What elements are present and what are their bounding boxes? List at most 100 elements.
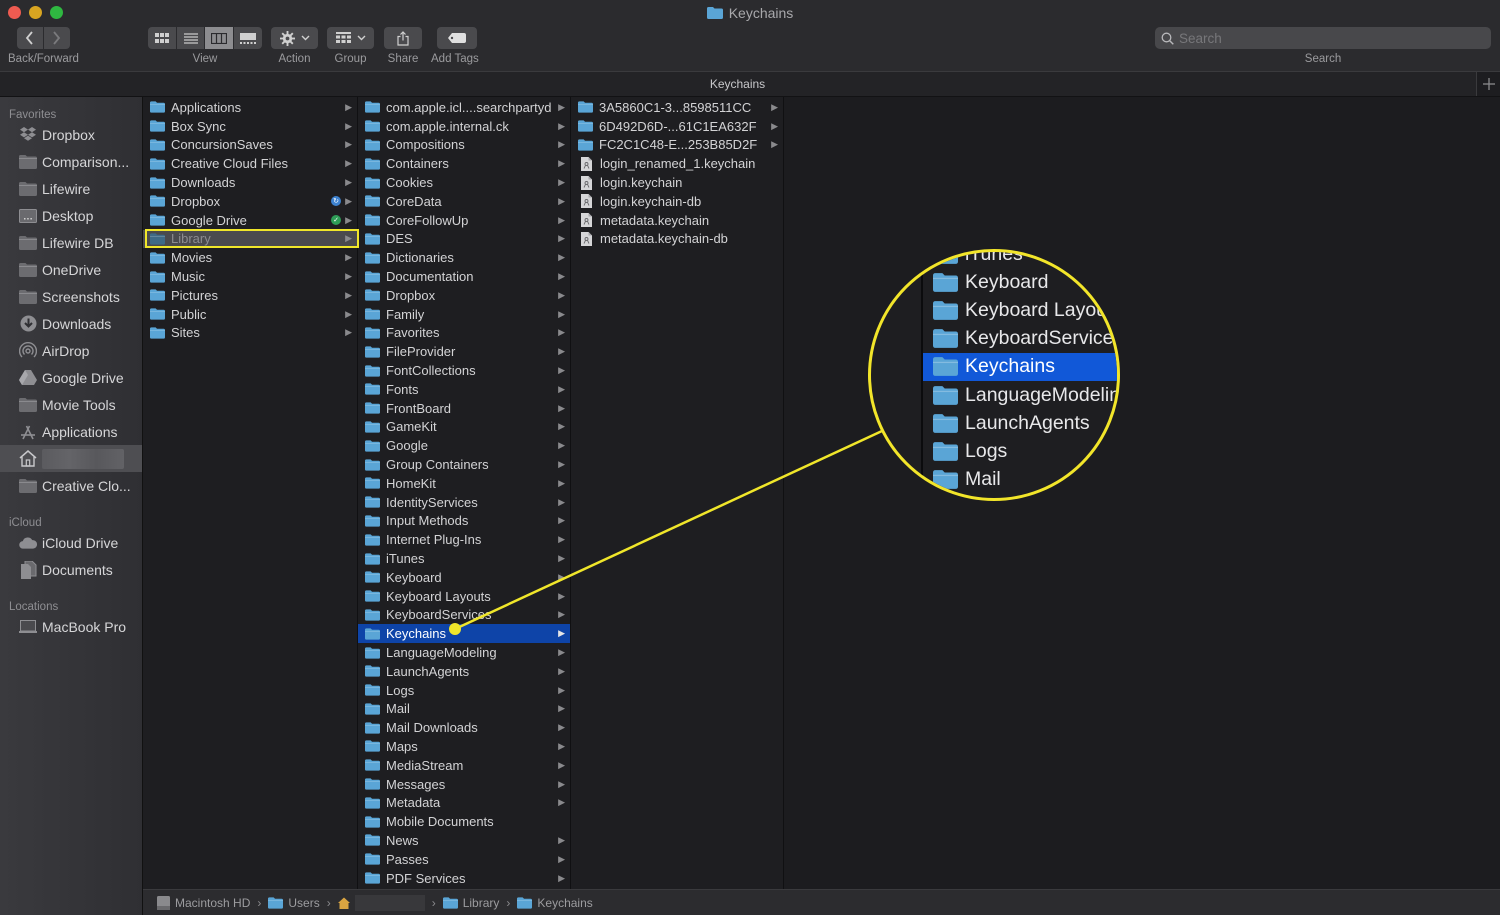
folder-row-pdf-services[interactable]: PDF Services ▶ [358, 869, 570, 888]
folder-row-internet-plug-ins[interactable]: Internet Plug-Ins ▶ [358, 530, 570, 549]
folder-row-homekit[interactable]: HomeKit ▶ [358, 474, 570, 493]
action-button[interactable] [271, 27, 318, 49]
gallery-view-button[interactable] [234, 27, 262, 49]
folder-row-corefollowup[interactable]: CoreFollowUp ▶ [358, 211, 570, 230]
sidebar-item-applications[interactable]: Applications [0, 418, 142, 445]
folder-row-identityservices[interactable]: IdentityServices ▶ [358, 493, 570, 512]
file-row-metadata-keychain[interactable]: metadata.keychain [571, 211, 783, 230]
folder-row-6d492d6d-61c1ea632f[interactable]: 6D492D6D-...61C1EA632F ▶ [571, 117, 783, 136]
sidebar-item-icloud-drive[interactable]: iCloud Drive [0, 529, 142, 556]
folder-row-keychains[interactable]: Keychains ▶ [358, 624, 570, 644]
folder-row-music[interactable]: Music ▶ [143, 267, 357, 286]
folder-row-itunes[interactable]: iTunes ▶ [358, 549, 570, 568]
folder-row-containers[interactable]: Containers ▶ [358, 154, 570, 173]
folder-row-input-methods[interactable]: Input Methods ▶ [358, 512, 570, 531]
sidebar-item-documents[interactable]: Documents [0, 556, 142, 583]
sidebar-item-home[interactable] [0, 445, 142, 472]
sidebar-item-onedrive[interactable]: OneDrive [0, 256, 142, 283]
file-row-metadata-keychain-db[interactable]: metadata.keychain-db [571, 230, 783, 249]
list-view-button[interactable] [177, 27, 204, 49]
path-segment-keychains[interactable]: Keychains [517, 896, 593, 910]
sidebar-item-airdrop[interactable]: AirDrop [0, 337, 142, 364]
folder-row-passes[interactable]: Passes ▶ [358, 850, 570, 869]
folder-row-public[interactable]: Public ▶ [143, 305, 357, 324]
folder-row-favorites[interactable]: Favorites ▶ [358, 324, 570, 343]
folder-row-family[interactable]: Family ▶ [358, 305, 570, 324]
column-view-button[interactable] [205, 27, 233, 49]
back-button[interactable] [16, 27, 43, 49]
folder-row-fontcollections[interactable]: FontCollections ▶ [358, 361, 570, 380]
folder-row-coredata[interactable]: CoreData ▶ [358, 192, 570, 211]
sidebar-item-screenshots[interactable]: Screenshots [0, 283, 142, 310]
tab-keychains[interactable]: Keychains [0, 77, 1475, 91]
folder-row-compositions[interactable]: Compositions ▶ [358, 136, 570, 155]
sidebar-item-movie-tools[interactable]: Movie Tools [0, 391, 142, 418]
folder-row-fc2c1c48-e-253b85d2f[interactable]: FC2C1C48-E...253B85D2F ▶ [571, 136, 783, 155]
folder-row-logs[interactable]: Logs ▶ [358, 681, 570, 700]
folder-row-fonts[interactable]: Fonts ▶ [358, 380, 570, 399]
file-row-login-keychain-db[interactable]: login.keychain-db [571, 192, 783, 211]
icon-view-button[interactable] [148, 27, 176, 49]
folder-row-gamekit[interactable]: GameKit ▶ [358, 418, 570, 437]
sidebar-item-creative-clo[interactable]: Creative Clo... [0, 472, 142, 499]
add-tags-button[interactable] [436, 27, 477, 49]
item-name: Google [386, 438, 428, 454]
folder-row-group-containers[interactable]: Group Containers ▶ [358, 455, 570, 474]
folder-row-concursionsaves[interactable]: ConcursionSaves ▶ [143, 136, 357, 155]
folder-row-fileprovider[interactable]: FileProvider ▶ [358, 342, 570, 361]
path-segment-library[interactable]: Library [442, 896, 499, 910]
folder-row-3a5860c1-3-8598511cc[interactable]: 3A5860C1-3...8598511CC ▶ [571, 98, 783, 117]
folder-row-com-apple-internal-ck[interactable]: com.apple.internal.ck ▶ [358, 117, 570, 136]
folder-row-sites[interactable]: Sites ▶ [143, 324, 357, 343]
folder-row-dropbox[interactable]: Dropbox ↻ ▶ [143, 192, 357, 211]
folder-row-keyboardservices[interactable]: KeyboardServices ▶ [358, 606, 570, 625]
folder-row-keyboard[interactable]: Keyboard ▶ [358, 568, 570, 587]
folder-row-mail[interactable]: Mail ▶ [358, 700, 570, 719]
search-input[interactable] [1179, 30, 1479, 46]
sidebar-item-google-drive[interactable]: Google Drive [0, 364, 142, 391]
folder-row-applications[interactable]: Applications ▶ [143, 98, 357, 117]
file-row-login-renamed-1-keychain[interactable]: login_renamed_1.keychain [571, 154, 783, 173]
sidebar-item-comparison[interactable]: Comparison... [0, 148, 142, 175]
folder-row-downloads[interactable]: Downloads ▶ [143, 173, 357, 192]
group-button[interactable] [327, 27, 374, 49]
forward-button[interactable] [43, 27, 70, 49]
sidebar-item-lifewire[interactable]: Lifewire [0, 175, 142, 202]
path-segment-home[interactable] [337, 894, 425, 911]
folder-row-des[interactable]: DES ▶ [358, 230, 570, 249]
folder-row-dropbox[interactable]: Dropbox ▶ [358, 286, 570, 305]
search-field[interactable] [1155, 27, 1491, 49]
folder-row-frontboard[interactable]: FrontBoard ▶ [358, 399, 570, 418]
folder-row-launchagents[interactable]: LaunchAgents ▶ [358, 662, 570, 681]
folder-row-maps[interactable]: Maps ▶ [358, 737, 570, 756]
folder-row-metadata[interactable]: Metadata ▶ [358, 793, 570, 812]
folder-row-keyboard-layouts[interactable]: Keyboard Layouts ▶ [358, 587, 570, 606]
folder-row-movies[interactable]: Movies ▶ [143, 248, 357, 267]
folder-row-com-apple-icl-searchpartyd[interactable]: com.apple.icl....searchpartyd ▶ [358, 98, 570, 117]
folder-row-mobile-documents[interactable]: Mobile Documents [358, 812, 570, 831]
sidebar-item-downloads[interactable]: Downloads [0, 310, 142, 337]
path-segment-users[interactable]: Users [268, 896, 320, 910]
folder-row-library[interactable]: Library ▶ [143, 229, 357, 249]
folder-row-mail-downloads[interactable]: Mail Downloads ▶ [358, 718, 570, 737]
sidebar-item-lifewire-db[interactable]: Lifewire DB [0, 229, 142, 256]
folder-row-google[interactable]: Google ▶ [358, 436, 570, 455]
folder-row-creative-cloud-files[interactable]: Creative Cloud Files ▶ [143, 154, 357, 173]
sidebar-item-macbook-pro[interactable]: MacBook Pro [0, 613, 142, 640]
folder-row-mediastream[interactable]: MediaStream ▶ [358, 756, 570, 775]
folder-row-languagemodeling[interactable]: LanguageModeling ▶ [358, 643, 570, 662]
folder-row-box-sync[interactable]: Box Sync ▶ [143, 117, 357, 136]
folder-row-cookies[interactable]: Cookies ▶ [358, 173, 570, 192]
folder-row-news[interactable]: News ▶ [358, 831, 570, 850]
folder-row-pictures[interactable]: Pictures ▶ [143, 286, 357, 305]
share-button[interactable] [384, 27, 422, 49]
new-tab-button[interactable] [1476, 72, 1500, 96]
path-segment-macintosh-hd[interactable]: Macintosh HD [157, 895, 250, 910]
folder-row-messages[interactable]: Messages ▶ [358, 775, 570, 794]
sidebar-item-desktop[interactable]: Desktop [0, 202, 142, 229]
folder-row-documentation[interactable]: Documentation ▶ [358, 267, 570, 286]
sidebar-item-dropbox[interactable]: Dropbox [0, 121, 142, 148]
folder-row-google-drive[interactable]: Google Drive ✓ ▶ [143, 211, 357, 230]
file-row-login-keychain[interactable]: login.keychain [571, 173, 783, 192]
folder-row-dictionaries[interactable]: Dictionaries ▶ [358, 248, 570, 267]
